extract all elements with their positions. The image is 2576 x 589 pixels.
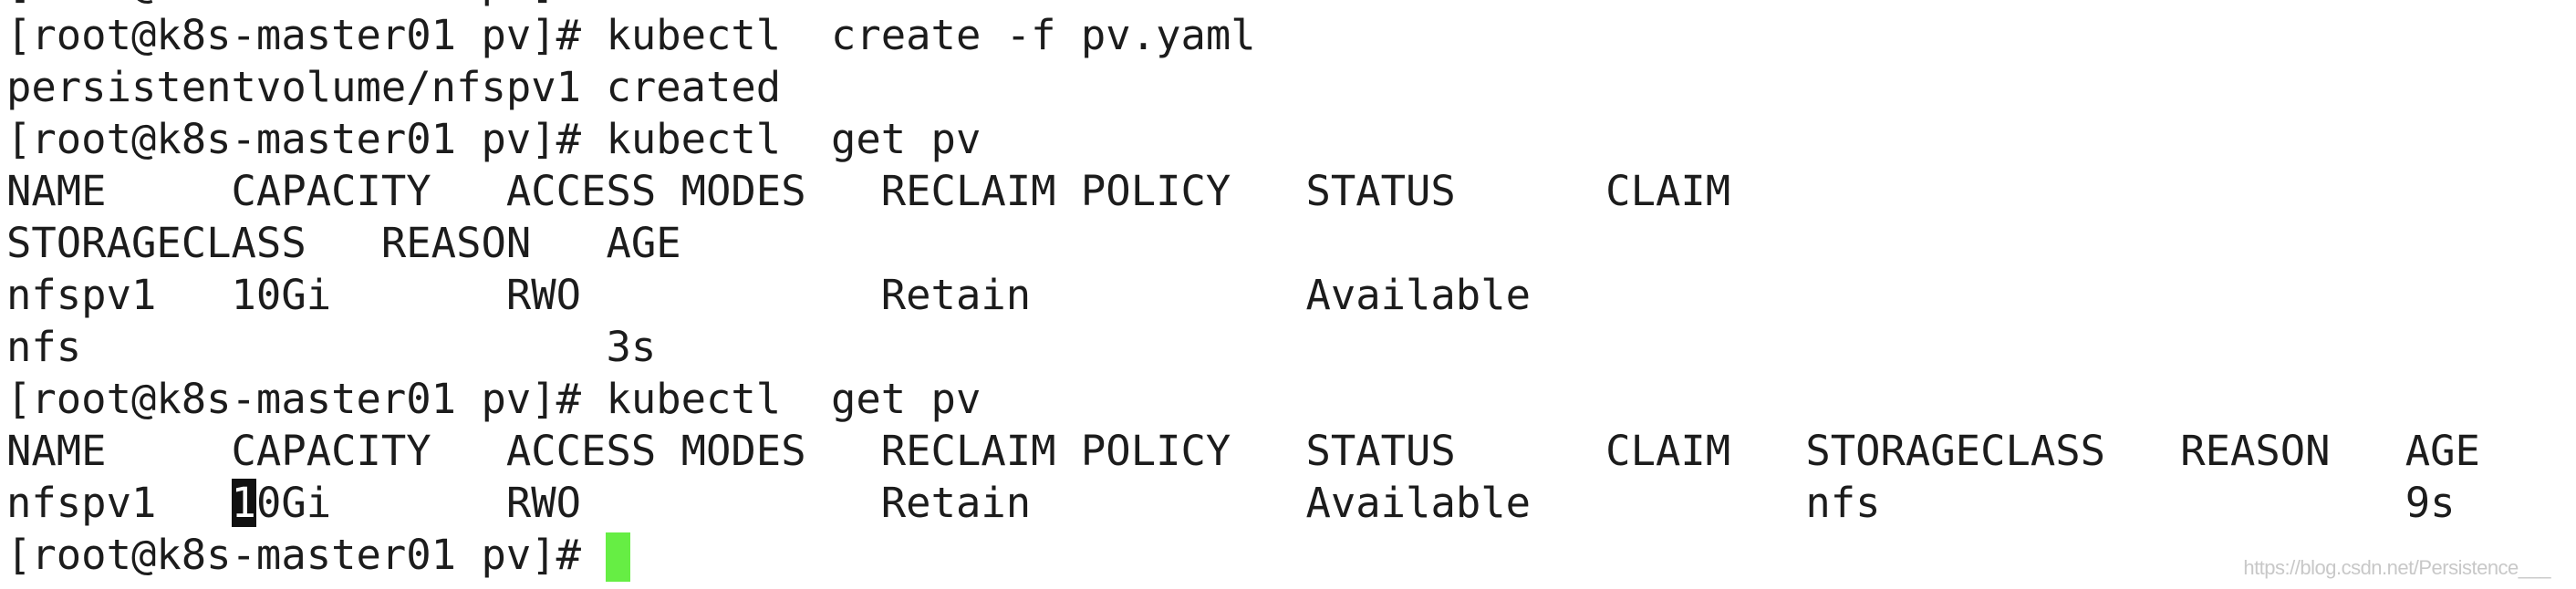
prompt: [root@k8s-master01 pv]# xyxy=(6,531,607,579)
row-text: 0Gi RWO Retain Available nfs 9s xyxy=(255,479,2456,527)
table-header-wrapped: STORAGECLASS REASON AGE xyxy=(6,219,681,267)
prompt-line[interactable]: [root@k8s-master01 pv]# xyxy=(6,529,2480,582)
terminal-line: [root@k8s-master01 pv]# kubectl create -… xyxy=(6,11,1256,59)
terminal-line: [root@k8s-master01 pv]# xyxy=(6,0,2480,9)
table-header: NAME CAPACITY ACCESS MODES RECLAIM POLIC… xyxy=(6,427,2480,475)
terminal-line: [root@k8s-master01 pv]# kubectl get pv xyxy=(6,375,982,423)
table-row-wrapped: nfs 3s xyxy=(6,323,657,371)
row-text: nfspv1 xyxy=(6,479,232,527)
table-row: nfspv1 10Gi RWO Retain Available nfs 9s xyxy=(6,477,2480,529)
table-header: NAME CAPACITY ACCESS MODES RECLAIM POLIC… xyxy=(6,167,1731,215)
watermark: https://blog.csdn.net/Persistence___ xyxy=(2243,556,2550,579)
text-selection: 1 xyxy=(231,479,256,527)
table-row: nfspv1 10Gi RWO Retain Available xyxy=(6,271,1531,319)
cursor-block xyxy=(606,532,631,582)
terminal-line: [root@k8s-master01 pv]# kubectl get pv xyxy=(6,115,982,163)
terminal-line: persistentvolume/nfspv1 created xyxy=(6,63,782,111)
terminal-output[interactable]: [root@k8s-master01 pv]# [root@k8s-master0… xyxy=(6,0,2480,582)
